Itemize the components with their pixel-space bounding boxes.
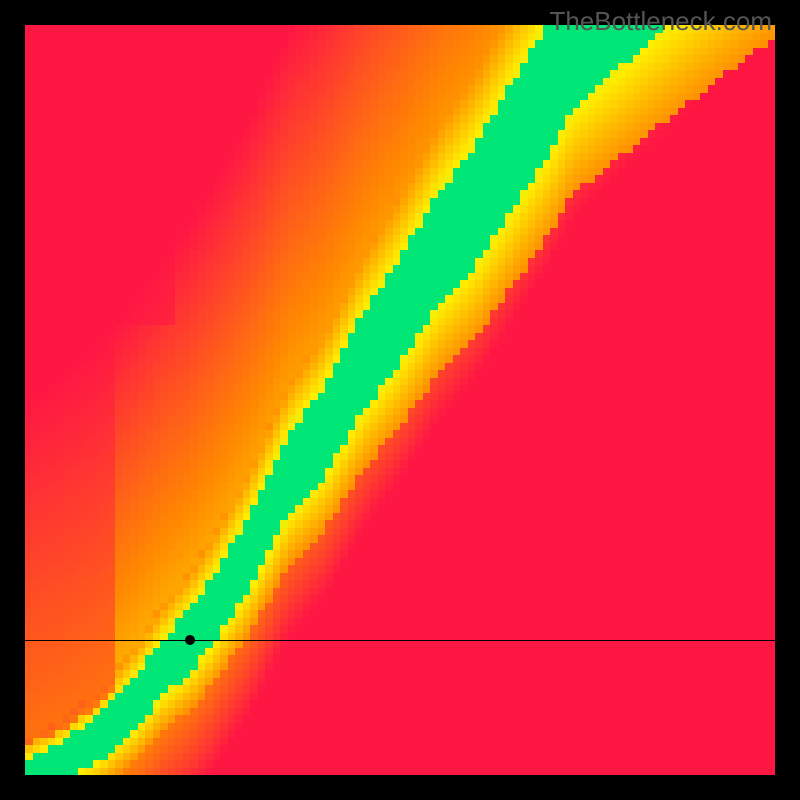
marker-dot [185, 635, 195, 645]
crosshair-horizontal [25, 640, 775, 641]
heatmap-plot [25, 25, 775, 775]
chart-container: TheBottleneck.com [0, 0, 800, 800]
heatmap-canvas [25, 25, 775, 775]
watermark-text: TheBottleneck.com [549, 6, 772, 37]
